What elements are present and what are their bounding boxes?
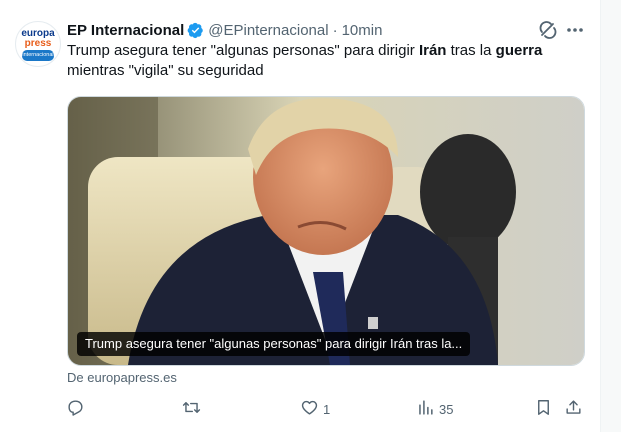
news-photo <box>68 97 584 365</box>
reply-icon <box>66 398 85 420</box>
account-name[interactable]: EP Internacional <box>67 22 184 39</box>
avatar[interactable]: europa press internacional <box>15 21 61 67</box>
tweet-text: Trump asegura tener "algunas personas" p… <box>67 41 567 81</box>
separator-dot: · <box>332 21 338 39</box>
tweet-text-part: tras la <box>446 42 496 59</box>
reply-button[interactable] <box>66 395 89 423</box>
timestamp[interactable]: 10min <box>342 22 383 39</box>
grok-icon[interactable] <box>538 20 558 40</box>
retweet-icon <box>182 398 201 420</box>
bookmark-button[interactable] <box>534 395 553 423</box>
more-icon[interactable] <box>564 20 586 40</box>
bookmark-icon <box>534 398 553 420</box>
tweet-header: EP Internacional @EPinternacional · 10mi… <box>67 18 382 42</box>
tweet-text-bold: Irán <box>418 42 447 59</box>
account-handle[interactable]: @EPinternacional <box>208 22 328 39</box>
views-button[interactable]: 35 <box>416 395 453 423</box>
views-count: 35 <box>439 401 454 417</box>
link-source[interactable]: De europapress.es <box>67 370 177 385</box>
verified-badge-icon <box>187 22 204 39</box>
share-icon <box>564 398 583 420</box>
tweet-text-part: Trump asegura tener "algunas personas" p… <box>67 42 419 59</box>
tweet-text-part: mientras "vigila" su seguridad <box>67 62 264 79</box>
action-bar: 1 35 <box>60 395 590 423</box>
link-card-image[interactable]: Trump asegura tener "algunas personas" p… <box>67 96 585 366</box>
views-icon <box>416 398 435 420</box>
avatar-logo-text-2: press <box>24 38 52 49</box>
avatar-logo-band: internacional <box>22 50 54 61</box>
timeline-edge <box>600 0 621 432</box>
tweet-card[interactable]: europa press internacional EP Internacio… <box>0 0 621 432</box>
share-button[interactable] <box>564 395 583 423</box>
like-button[interactable]: 1 <box>300 395 330 423</box>
tweet-text-bold: guerra <box>495 42 543 59</box>
retweet-button[interactable] <box>182 395 205 423</box>
link-card-title: Trump asegura tener "algunas personas" p… <box>77 332 471 356</box>
like-icon <box>300 398 319 420</box>
like-count: 1 <box>323 401 331 417</box>
